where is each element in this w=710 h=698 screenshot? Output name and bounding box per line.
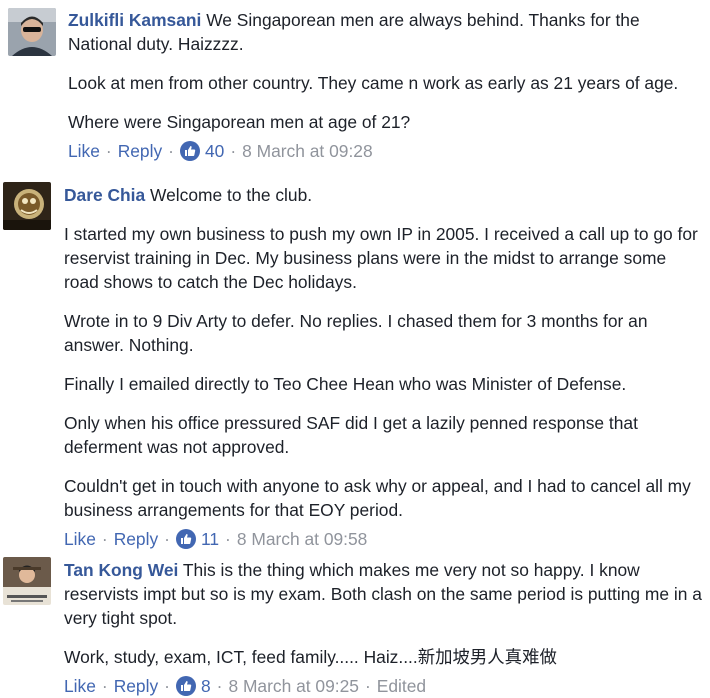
thumbs-up-icon[interactable] [175, 529, 196, 549]
comment: Zulkifli Kamsani We Singaporean men are … [0, 0, 710, 168]
avatar[interactable] [8, 8, 56, 56]
comment-paragraph: Wrote in to 9 Div Arty to defer. No repl… [64, 311, 648, 355]
like-link[interactable]: Like [64, 527, 96, 551]
separator: · [168, 141, 174, 161]
author-name[interactable]: Dare Chia [64, 185, 145, 205]
timestamp[interactable]: 8 March at 09:25 [228, 674, 359, 698]
like-link[interactable]: Like [68, 139, 100, 163]
separator: · [225, 529, 231, 549]
comment-paragraph: Work, study, exam, ICT, feed family.....… [64, 645, 704, 670]
user-avatar-icon [3, 182, 51, 230]
comment-text: Work, study, exam, ICT, feed family.....… [64, 647, 418, 667]
comment-text-chinese: 新加坡男人真难做 [417, 648, 557, 668]
reaction-count[interactable]: 11 [201, 527, 219, 551]
reaction-count[interactable]: 8 [201, 674, 211, 698]
user-avatar-icon [8, 8, 56, 56]
author-name[interactable]: Zulkifli Kamsani [68, 10, 201, 30]
comment-paragraph: Where were Singaporean men at age of 21? [68, 112, 411, 132]
thumbs-up-icon[interactable] [179, 141, 200, 161]
comment-paragraph: I started my own business to push my own… [64, 224, 698, 292]
comment-actions: Like · Reply · 8 · 8 March at 09:25 · Ed… [64, 674, 426, 698]
avatar[interactable] [3, 557, 51, 605]
reaction-count[interactable]: 40 [205, 139, 224, 163]
author-name[interactable]: Tan Kong Wei [64, 560, 178, 580]
comment-text: Welcome to the club. [150, 185, 313, 205]
reply-link[interactable]: Reply [114, 674, 158, 698]
comment-body: Tan Kong Wei This is the thing which mak… [64, 558, 704, 685]
reply-link[interactable]: Reply [118, 139, 162, 163]
separator: · [101, 676, 108, 696]
user-avatar-icon [3, 557, 51, 605]
thumbs-up-icon[interactable] [175, 676, 196, 696]
like-link[interactable]: Like [64, 674, 96, 698]
separator: · [164, 676, 170, 696]
separator: · [364, 676, 371, 696]
separator: · [164, 529, 170, 549]
timestamp[interactable]: 8 March at 09:28 [242, 139, 373, 163]
separator: · [216, 676, 223, 696]
comment-body: Zulkifli Kamsani We Singaporean men are … [68, 8, 704, 149]
comment-actions: Like · Reply · 40 · 8 March at 09:28 [68, 139, 373, 163]
comment-paragraph: Couldn't get in touch with anyone to ask… [64, 476, 691, 520]
comment-paragraph: Finally I emailed directly to Teo Chee H… [64, 374, 627, 394]
avatar[interactable] [3, 182, 51, 230]
comment-body: Dare Chia Welcome to the club. I started… [64, 183, 704, 537]
edited-label[interactable]: Edited [377, 674, 426, 698]
comment-actions: Like · Reply · 11 · 8 March at 09:58 [64, 527, 367, 551]
separator: · [230, 141, 237, 161]
comment-paragraph: Only when his office pressured SAF did I… [64, 413, 638, 457]
separator: · [105, 141, 112, 161]
timestamp[interactable]: 8 March at 09:58 [237, 527, 368, 551]
separator: · [101, 529, 108, 549]
reply-link[interactable]: Reply [114, 527, 158, 551]
comment-paragraph: Look at men from other country. They cam… [68, 73, 679, 93]
